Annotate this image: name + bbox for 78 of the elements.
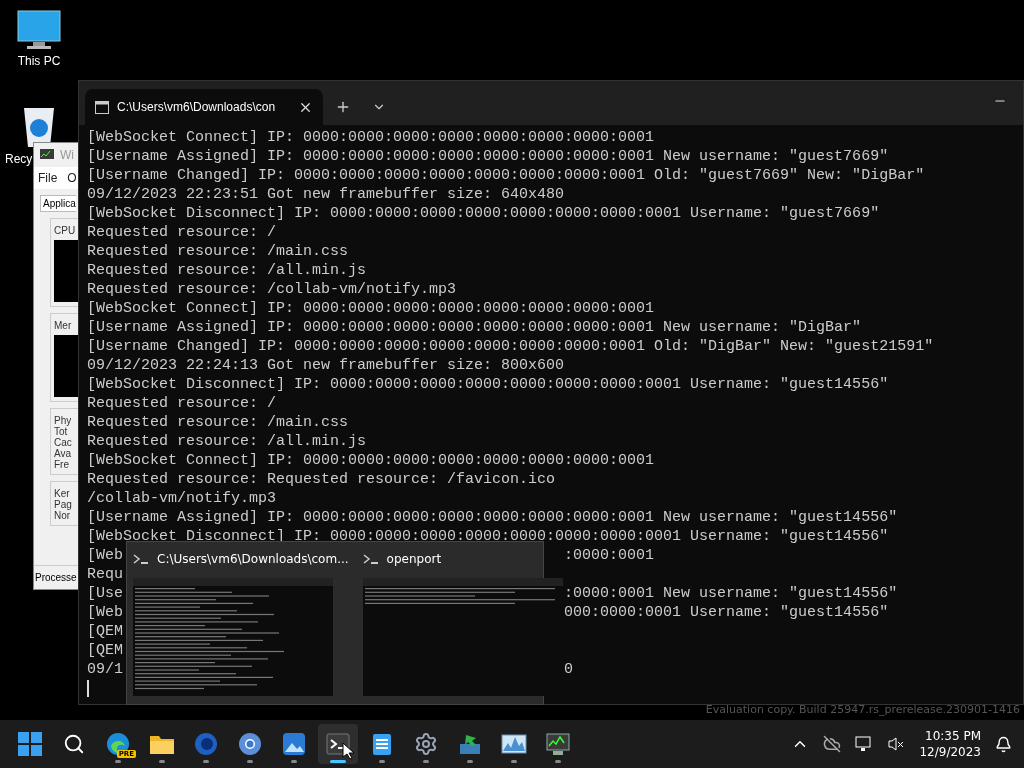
tab-title: C:\Users\vm6\Downloads\con — [117, 100, 277, 114]
plus-icon — [335, 99, 351, 115]
console-line: [Web — [87, 603, 123, 622]
group-label: CPU — [54, 225, 77, 236]
console-line: Requested resource: / — [87, 223, 277, 242]
console-line: [WebSocket Disconnect] IP: 0000:0000:0000:0000:0000:0000:0000:0001 Username: "guest14556" — [87, 375, 889, 394]
terminal-icon — [362, 552, 379, 566]
stat-label: Tot — [54, 426, 68, 437]
console-line: 09/12/2023 22:24:13 Got new framebuffer size: 800x600 — [87, 356, 565, 375]
terminal-icon — [133, 552, 149, 566]
computer-chart-icon — [39, 148, 55, 162]
desktop-icon-label[interactable]: This PC — [17, 54, 61, 68]
mouse-pointer-icon — [342, 742, 354, 760]
clock[interactable]: 10:35 PM 12/9/2023 — [919, 728, 981, 760]
console-line: [Use — [87, 584, 123, 603]
console-line: 000:0000:0001 Username: "guest14556" — [564, 603, 889, 622]
console-line: :0000:0001 — [564, 546, 655, 565]
browser-circle-icon — [238, 732, 262, 756]
notepad-icon — [371, 732, 393, 756]
console-line: [Username Assigned] IP: 0000:0000:0000:0000:0000:0000:0000:0001 New username: "guest14556" — [87, 508, 898, 527]
console-line: Requested resource: / — [87, 394, 277, 413]
console-line: Requested resource: Requested resource: /favicon.ico — [87, 470, 556, 489]
console-line: Requ — [87, 565, 123, 584]
windows-logo-icon — [18, 732, 42, 756]
console-line: Requested resource: /main.css — [87, 242, 349, 261]
folder-icon — [149, 733, 175, 755]
console-icon — [95, 100, 109, 114]
tab[interactable]: Applica — [40, 195, 76, 212]
search-icon — [63, 733, 85, 755]
network-icon[interactable] — [855, 735, 874, 753]
build-watermark: Evaluation copy. Build 25947.rs_prerelease.230901-1416 — [705, 703, 1020, 716]
computer-chart-icon — [545, 732, 571, 756]
stat-label: Fre — [54, 459, 70, 470]
console-line: 09/1 — [87, 660, 123, 679]
console-line: :0000:0001 New username: "guest14556" — [564, 584, 898, 603]
stat-label: Nor — [54, 510, 72, 521]
console-line: [QEM — [87, 641, 123, 660]
group-label: Ker — [54, 488, 71, 499]
group-label: Mer — [54, 320, 73, 331]
stat-label: Pag — [54, 499, 73, 510]
text-cursor — [87, 680, 89, 697]
console-line: 09/12/2023 22:23:51 Got new framebuffer size: 640x480 — [87, 185, 565, 204]
console-line: [Username Changed] IP: 0000:0000:0000:0000:0000:0000:0000:0001 Old: "guest7669" New: "DigBar" — [87, 166, 925, 185]
console-line: [Username Assigned] IP: 0000:0000:0000:0000:0000:0000:0000:0001 New username: "DigBar" — [87, 318, 862, 337]
console-line: /collab-vm/notify.mp3 — [87, 489, 277, 508]
console-line: [Username Changed] IP: 0000:0000:0000:0000:0000:0000:0000:0001 Old: "DigBar" New: "guest21591" — [87, 337, 934, 356]
console-line: [Username Assigned] IP: 0000:0000:0000:0000:0000:0000:0000:0001 New username: "guest7669" — [87, 147, 889, 166]
preview-title[interactable]: openport — [386, 552, 442, 566]
performance-chart-icon — [501, 733, 527, 755]
stat-label: Cac — [54, 437, 73, 448]
preview-title[interactable]: C:\Users\vm6\Downloads\com... — [157, 552, 349, 566]
muted-speaker-icon[interactable] — [887, 735, 906, 753]
stat-label: Ava — [54, 448, 73, 459]
console-line: 0 — [564, 660, 574, 679]
console-line: Requested resource: /collab-vm/notify.mp3 — [87, 280, 457, 299]
window-title: Wi — [60, 148, 74, 162]
group-label: Phy — [54, 415, 73, 426]
console-line: [WebSocket Connect] IP: 0000:0000:0000:0000:0000:0000:0000:0001 — [87, 128, 655, 147]
console-line: [WebSocket Connect] IP: 0000:0000:0000:0000:0000:0000:0000:0001 — [87, 299, 655, 318]
desktop-icon-label[interactable]: Recy — [5, 152, 33, 166]
mountain-picture-icon — [282, 732, 306, 756]
monitor-icon[interactable] — [17, 10, 61, 50]
gear-icon — [414, 732, 438, 756]
terminal-tab[interactable]: C:\Users\vm6\Downloads\con — [85, 89, 323, 125]
console-line: [WebSocket Disconnect] IP: 0000:0000:0000:0000:0000:0000:0000:0001 Username: "guest14556" — [87, 527, 889, 546]
menu-item[interactable]: O — [67, 171, 77, 185]
notification-bell-icon[interactable] — [995, 735, 1012, 753]
install-arrow-icon — [458, 732, 482, 756]
console-line: Requested resource: /main.css — [87, 413, 349, 432]
console-line: Requested resource: /all.min.js — [87, 261, 367, 280]
console-line: [QEM — [87, 622, 123, 641]
console-line: [Web — [87, 546, 123, 565]
console-line: [WebSocket Disconnect] IP: 0000:0000:0000:0000:0000:0000:0000:0001 Username: "guest7669" — [87, 204, 880, 223]
cloud-off-icon[interactable] — [823, 735, 842, 753]
taskbar-button[interactable] — [318, 724, 358, 764]
menu-item[interactable]: File — [38, 171, 58, 185]
console-line: [WebSocket Connect] IP: 0000:0000:0000:0000:0000:0000:0000:0001 — [87, 451, 655, 470]
console-line: Requested resource: /all.min.js — [87, 432, 367, 451]
